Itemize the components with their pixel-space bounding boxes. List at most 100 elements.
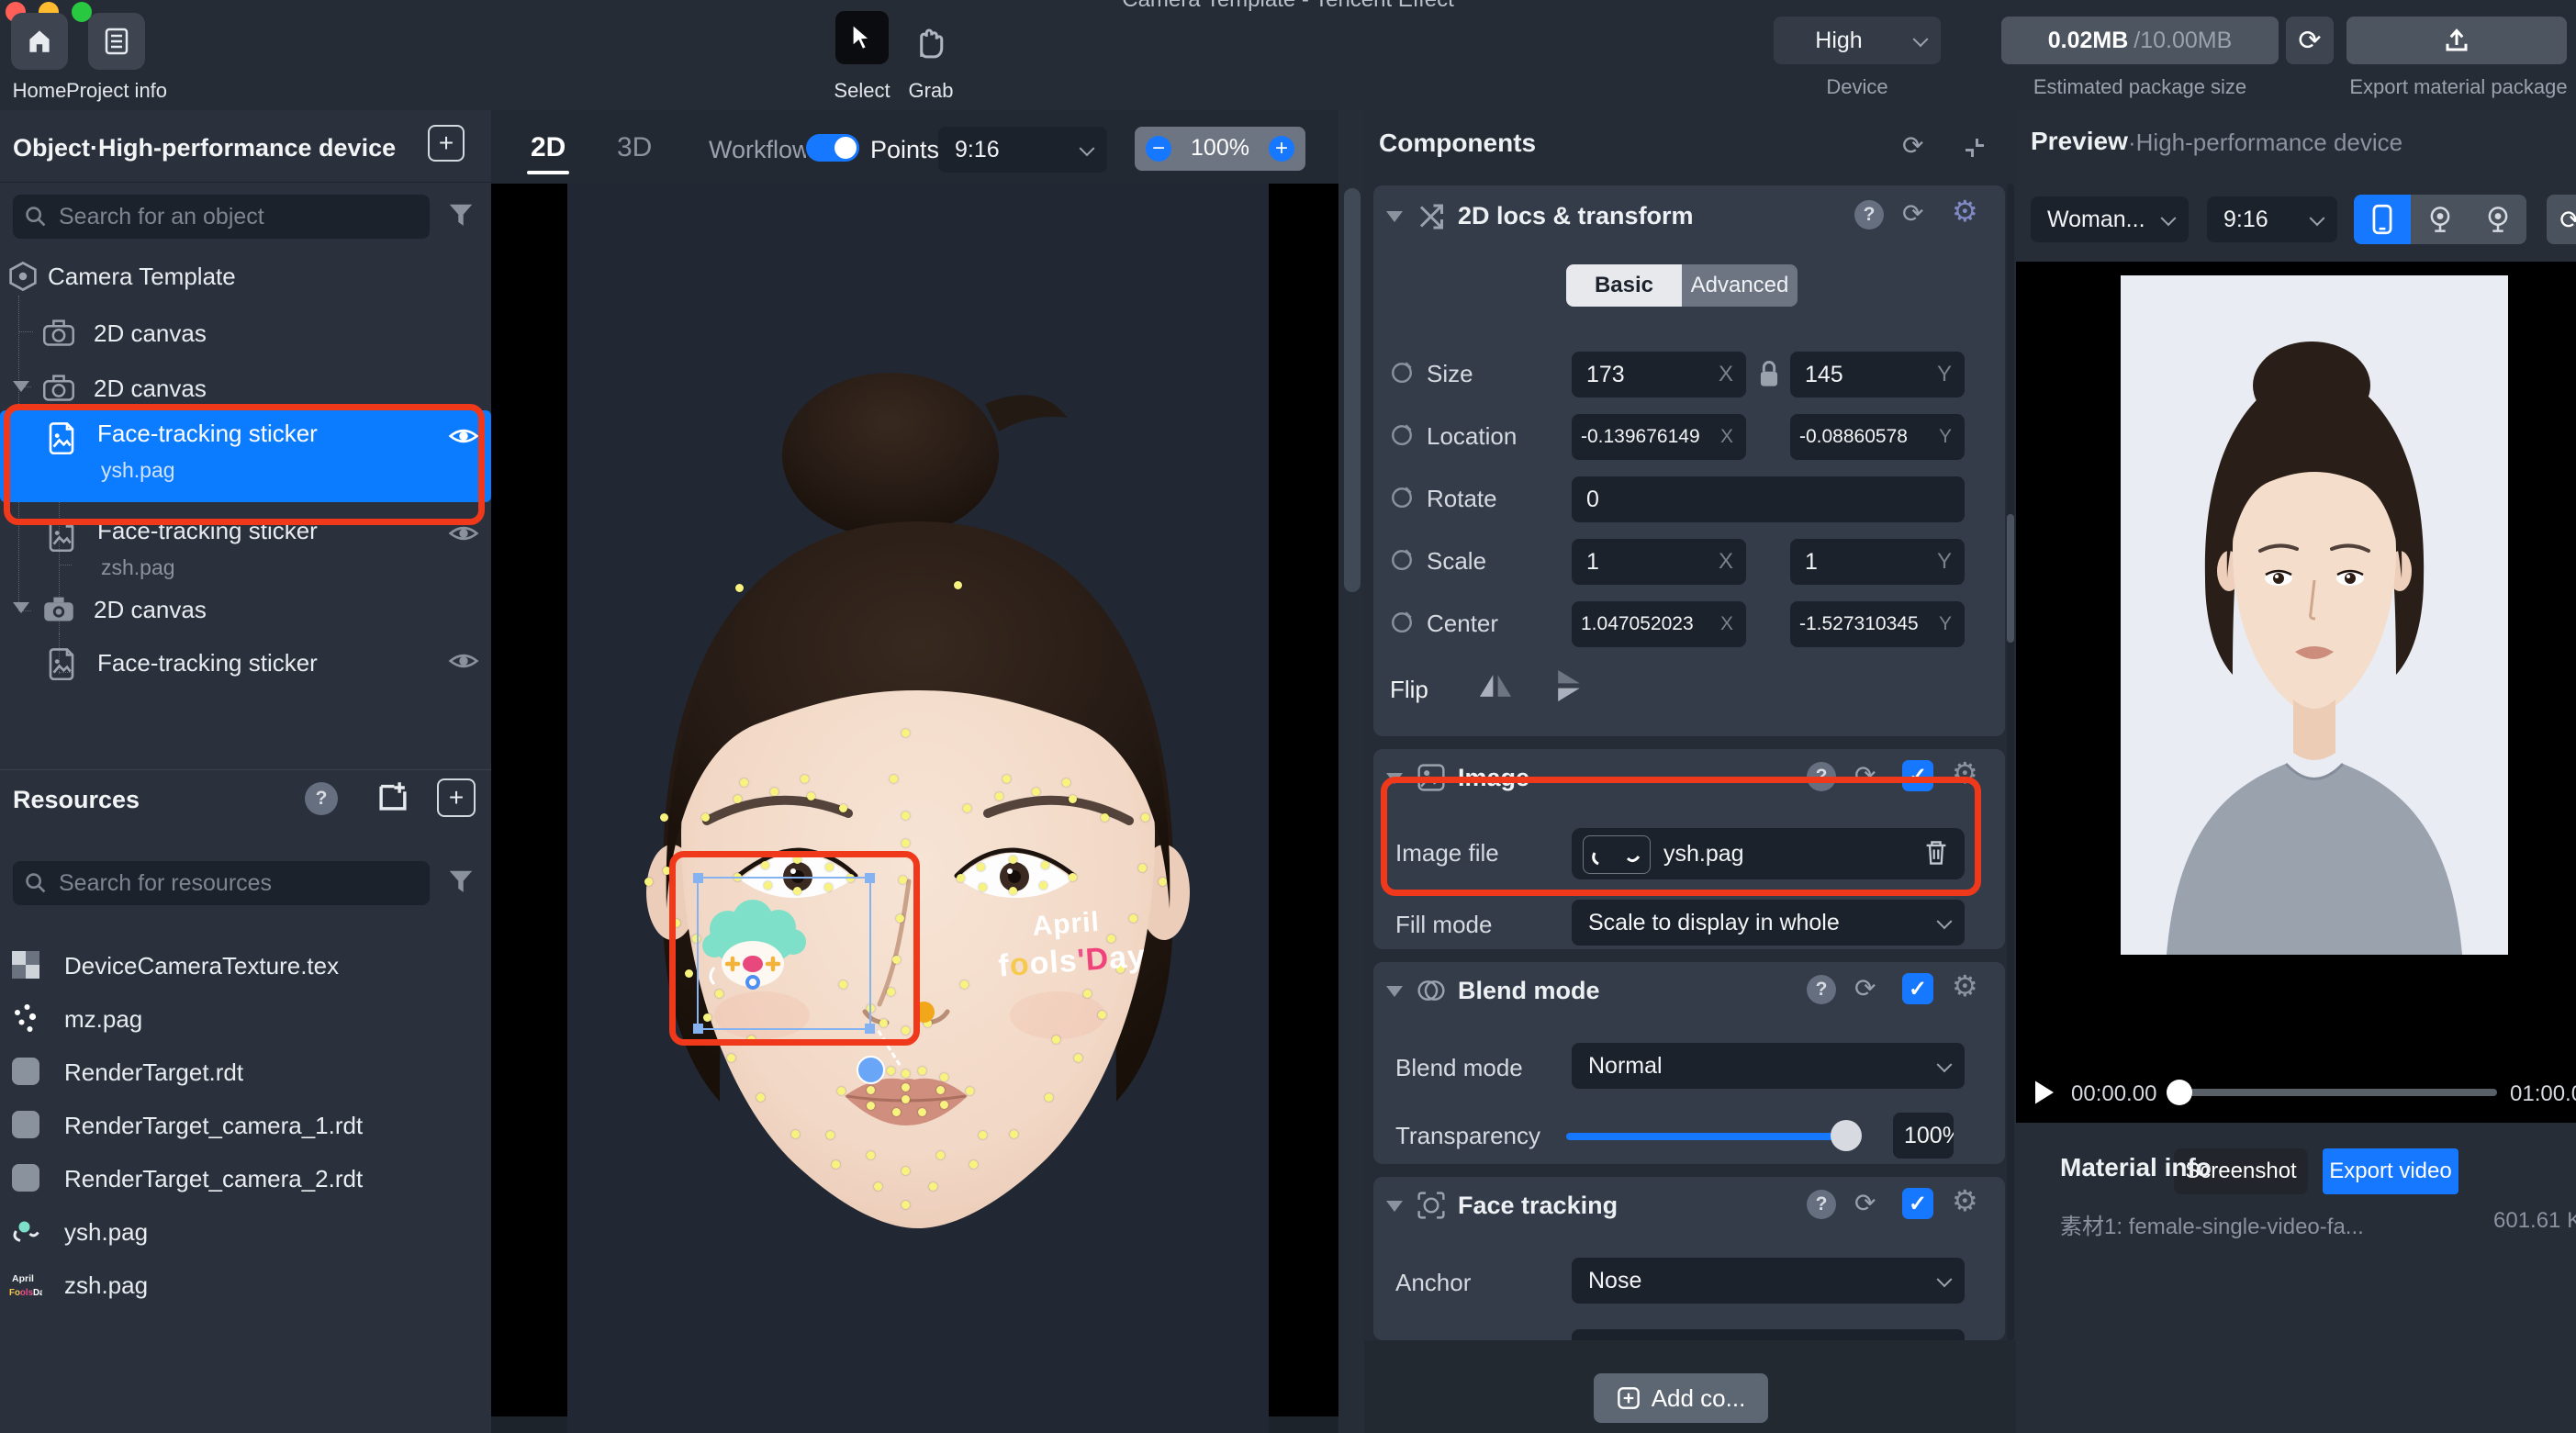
tree-item-face-tracking-sticker[interactable]: Face-tracking stickerzsh.pag <box>0 508 491 585</box>
collapse-arrow-icon[interactable] <box>1386 211 1403 222</box>
help-icon[interactable]: ? <box>1854 200 1884 230</box>
scale-x-input[interactable]: 1X <box>1572 539 1746 585</box>
help-icon[interactable]: ? <box>1807 762 1836 791</box>
resource-item-devicecameratexture-tex[interactable]: DeviceCameraTexture.tex <box>0 944 491 988</box>
tree-item-2d-canvas[interactable]: 2D canvas <box>0 311 491 355</box>
gender-select[interactable]: Female and male <box>1572 1329 1965 1340</box>
selection-handle[interactable] <box>865 873 875 883</box>
gear-icon[interactable]: ⚙ <box>1952 758 1978 788</box>
tree-item-2d-canvas[interactable]: 2D canvas <box>0 588 491 632</box>
resource-item-mz-pag[interactable]: mz.pag <box>0 997 491 1041</box>
tab-basic[interactable]: Basic <box>1566 264 1682 307</box>
gear-icon[interactable]: ⚙ <box>1952 1186 1978 1215</box>
keyframe-icon[interactable] <box>1390 610 1414 633</box>
add-resource-button[interactable]: + <box>437 778 476 817</box>
help-icon[interactable]: ? <box>1807 1190 1836 1219</box>
webcam2-source-button[interactable] <box>2469 195 2526 244</box>
size-x-input[interactable]: 173X <box>1572 352 1746 397</box>
tab-3d[interactable]: 3D <box>617 132 652 163</box>
select-tool-button[interactable] <box>835 11 889 64</box>
grab-tool-button[interactable] <box>909 20 949 65</box>
refresh-package-button[interactable]: ⟳ <box>2286 17 2334 64</box>
resources-help-icon[interactable]: ? <box>305 782 338 815</box>
anchor-select[interactable]: Nose <box>1572 1258 1965 1304</box>
blend-enabled-checkbox[interactable]: ✓ <box>1902 973 1933 1004</box>
expand-arrow-icon[interactable] <box>13 381 29 392</box>
components-refresh-icon[interactable]: ⟳ <box>1902 130 1923 161</box>
resource-item-rendertarget-camera-1-rdt[interactable]: RenderTarget_camera_1.rdt <box>0 1103 491 1148</box>
rotate-input[interactable]: 0 <box>1572 476 1965 522</box>
tree-item-camera-template[interactable]: Camera Template <box>0 254 491 298</box>
workflow-toggle[interactable] <box>806 134 859 162</box>
keyframe-icon[interactable] <box>1390 422 1414 446</box>
transparency-value-box[interactable]: 100% <box>1893 1113 1954 1159</box>
object-filter-icon[interactable] <box>447 202 475 230</box>
fill-mode-select[interactable]: Scale to display in whole <box>1572 900 1965 946</box>
preview-model-select[interactable]: Woman... <box>2031 196 2189 242</box>
center-y-input[interactable]: -1.527310345Y <box>1790 601 1965 647</box>
tab-2d[interactable]: 2D <box>531 132 566 163</box>
tree-item-face-tracking-sticker[interactable]: Face-tracking stickerysh.pag <box>0 410 491 502</box>
preview-video[interactable] <box>2121 275 2508 955</box>
location-y-input[interactable]: -0.08860578Y <box>1790 414 1965 460</box>
add-component-button[interactable]: Add co... <box>1594 1373 1768 1423</box>
import-resource-icon[interactable] <box>375 778 411 815</box>
lock-icon[interactable] <box>1757 358 1781 389</box>
tree-item-2d-canvas[interactable]: 2D canvas <box>0 366 491 410</box>
resource-item-zsh-pag[interactable]: AprilFoolsDayzsh.pag <box>0 1263 491 1307</box>
reset-icon[interactable]: ⟳ <box>1854 973 1876 1003</box>
export-video-button[interactable]: Export video <box>2323 1148 2458 1194</box>
flip-horizontal-icon[interactable] <box>1476 666 1515 705</box>
scrollbar-thumb[interactable] <box>2007 514 2014 643</box>
canvas-ratio-select[interactable]: 9:16 <box>938 127 1107 173</box>
reset-icon[interactable]: ⟳ <box>1854 760 1876 790</box>
tree-item-face-tracking-sticker[interactable]: Face-tracking sticker <box>0 641 491 685</box>
visibility-eye-icon[interactable] <box>448 425 479 452</box>
project-info-button[interactable] <box>88 13 145 70</box>
blend-mode-select[interactable]: Normal <box>1572 1043 1965 1089</box>
april-fools-sticker[interactable]: Aprilfools'Day <box>994 901 1147 985</box>
sticker-selection-box[interactable] <box>697 877 871 1030</box>
image-enabled-checkbox[interactable]: ✓ <box>1902 760 1933 791</box>
collapse-arrow-icon[interactable] <box>1386 986 1403 997</box>
phone-source-button[interactable] <box>2354 195 2411 244</box>
flip-vertical-icon[interactable] <box>1550 666 1588 705</box>
sticker-anchor-dot[interactable] <box>857 1056 885 1084</box>
preview-refresh-button[interactable]: ⟳ <box>2547 195 2576 244</box>
collapse-arrow-icon[interactable] <box>1386 1201 1403 1212</box>
collapse-arrow-icon[interactable] <box>1386 773 1403 784</box>
size-y-input[interactable]: 145Y <box>1790 352 1965 397</box>
center-x-input[interactable]: 1.047052023X <box>1572 601 1746 647</box>
home-button[interactable] <box>11 13 68 70</box>
timeline-track[interactable] <box>2174 1089 2497 1096</box>
resource-search-input[interactable]: Search for resources <box>13 861 430 905</box>
resource-item-rendertarget-rdt[interactable]: RenderTarget.rdt <box>0 1050 491 1094</box>
resource-item-ysh-pag[interactable]: ysh.pag <box>0 1210 491 1254</box>
export-package-button[interactable] <box>2346 17 2567 64</box>
selection-handle[interactable] <box>693 1024 703 1034</box>
gear-icon[interactable]: ⚙ <box>1952 971 1978 1001</box>
image-file-field[interactable]: ysh.pag <box>1572 828 1965 879</box>
keyframe-icon[interactable] <box>1390 547 1414 571</box>
timeline-knob[interactable] <box>2167 1080 2192 1105</box>
selection-handle[interactable] <box>693 873 703 883</box>
selection-handle[interactable] <box>865 1024 875 1034</box>
add-object-button[interactable]: + <box>428 125 465 162</box>
scrollbar-thumb[interactable] <box>1344 188 1361 592</box>
webcam-source-button[interactable] <box>2411 195 2469 244</box>
canvas-viewport[interactable]: Aprilfools'Day <box>567 184 1269 1433</box>
zoom-in-button[interactable]: + <box>1269 136 1294 162</box>
visibility-eye-icon[interactable] <box>448 650 479 677</box>
transparency-slider[interactable] <box>1566 1133 1847 1140</box>
help-icon[interactable]: ? <box>1807 975 1836 1004</box>
trash-icon[interactable] <box>1924 839 1948 867</box>
visibility-eye-icon[interactable] <box>448 522 479 549</box>
expand-arrow-icon[interactable] <box>13 602 29 613</box>
keyframe-icon[interactable] <box>1390 360 1414 384</box>
resource-item-rendertarget-camera-2-rdt[interactable]: RenderTarget_camera_2.rdt <box>0 1157 491 1201</box>
reset-icon[interactable]: ⟳ <box>1902 198 1923 229</box>
gear-icon[interactable]: ⚙ <box>1952 196 1978 226</box>
keyframe-icon[interactable] <box>1390 485 1414 509</box>
zoom-out-button[interactable]: − <box>1146 136 1171 162</box>
transparency-slider-knob[interactable] <box>1831 1120 1862 1151</box>
